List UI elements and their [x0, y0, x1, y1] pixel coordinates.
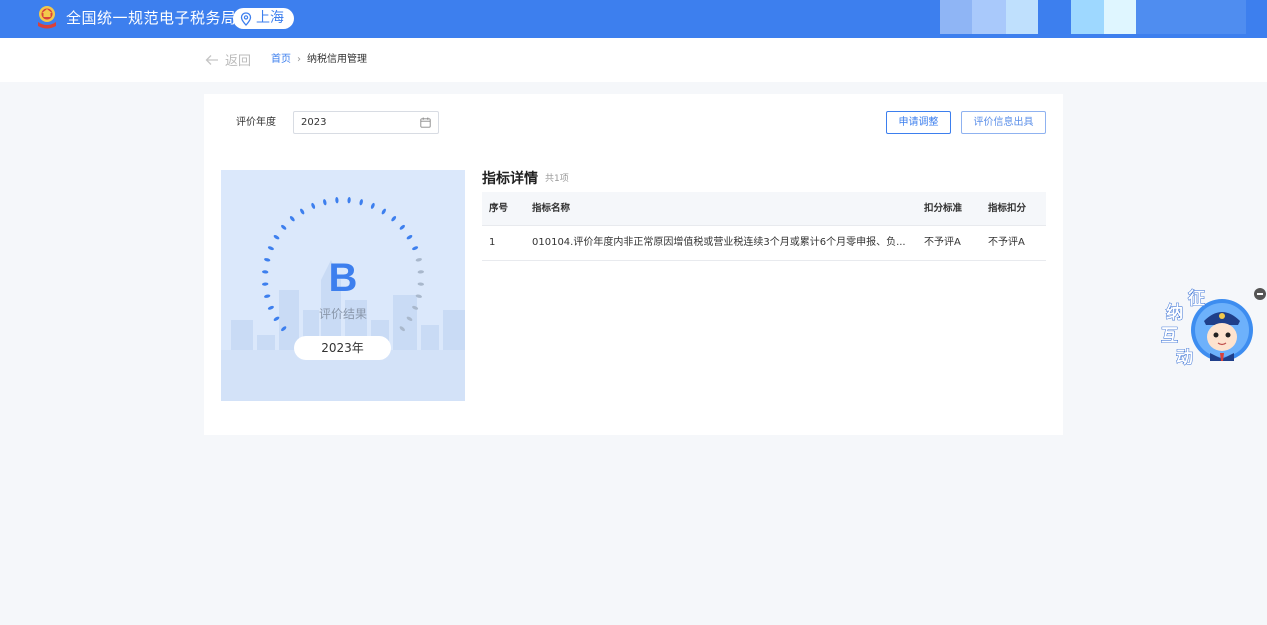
ring-dot	[281, 224, 287, 230]
credit-management-card: 评价年度 2023 申请调整 评价信息出具 B 评价结果 2023年 指标详情 …	[204, 94, 1063, 435]
ring-dot	[370, 202, 375, 209]
ring-dot	[399, 224, 405, 230]
ring-dot	[311, 202, 316, 209]
ring-dot	[359, 199, 363, 206]
evaluation-result-label: 评价结果	[318, 307, 367, 321]
breadcrumb-home-link[interactable]: 首页	[271, 53, 291, 67]
site-title: 全国统一规范电子税务局	[66, 9, 237, 27]
mosaic-block	[1104, 0, 1136, 34]
mosaic-block	[940, 0, 972, 34]
navigation-bar: 返回 首页 › 纳税信用管理	[0, 38, 1267, 82]
ring-dot	[391, 216, 397, 222]
row-indicator-name: 010104.评价年度内非正常原因增值税或营业税连续3个月或累计6个月零申报、负…	[532, 237, 906, 248]
evaluation-year-picker[interactable]: 2023	[293, 111, 439, 134]
evaluation-year-value: 2023	[301, 117, 327, 128]
assistant-char-zheng: 征	[1188, 288, 1205, 309]
mosaic-block	[972, 0, 1006, 34]
ring-dot	[347, 197, 351, 204]
ring-dot	[335, 197, 339, 204]
column-header-index: 序号	[489, 203, 509, 214]
ring-dot	[323, 199, 327, 206]
column-header-deduction-standard: 扣分标准	[924, 203, 963, 214]
column-header-indicator-deduction: 指标扣分	[988, 203, 1027, 214]
indicator-detail-title: 指标详情	[482, 171, 538, 187]
ring-dot	[412, 246, 419, 251]
tax-assistant-widget[interactable]: 征 纳 互 动	[1160, 285, 1267, 375]
assistant-char-hu: 互	[1161, 326, 1178, 346]
mosaic-block	[1038, 0, 1071, 34]
region-label: 上海	[256, 10, 284, 26]
calendar-icon	[420, 117, 431, 128]
mosaic-block	[1006, 0, 1038, 34]
apply-adjust-button[interactable]: 申请调整	[886, 111, 951, 134]
mosaic-block	[1071, 0, 1104, 34]
breadcrumb-current: 纳税信用管理	[307, 54, 367, 65]
credit-grade: B	[328, 256, 358, 300]
indicator-table: 序号 指标名称 扣分标准 指标扣分 1 010104.评价年度内非正常原因增值税…	[482, 192, 1046, 261]
mosaic-block	[1136, 0, 1246, 34]
back-label: 返回	[225, 54, 252, 69]
breadcrumb: 首页 › 纳税信用管理	[271, 53, 367, 67]
ring-dot	[300, 208, 305, 215]
evaluation-result-panel: B 评价结果 2023年	[221, 170, 465, 401]
top-header-bar: 全国统一规范电子税务局 上海	[0, 0, 1267, 38]
tax-emblem-icon	[38, 6, 56, 29]
ring-dot	[381, 208, 386, 215]
back-button[interactable]: 返回	[205, 50, 251, 69]
row-index: 1	[489, 237, 496, 248]
evaluation-year-badge: 2023年	[294, 336, 391, 360]
issue-evaluation-info-button[interactable]: 评价信息出具	[961, 111, 1046, 134]
ring-dot	[289, 216, 295, 222]
table-row[interactable]: 1 010104.评价年度内非正常原因增值税或营业税连续3个月或累计6个月零申报…	[482, 226, 1046, 261]
ring-dot	[406, 235, 413, 240]
assistant-mascot-icon: 征 纳 互 动	[1161, 288, 1253, 368]
evaluation-year-label: 评价年度	[236, 117, 276, 128]
arrow-left-icon	[205, 54, 218, 65]
row-deduction-standard: 不予评A	[924, 237, 961, 248]
minimize-assistant-icon[interactable]	[1254, 288, 1266, 300]
ring-dot	[273, 235, 280, 240]
region-selector[interactable]: 上海	[233, 8, 294, 29]
ring-dot	[267, 246, 274, 251]
user-info-mosaic	[940, 0, 1246, 34]
row-indicator-deduction: 不予评A	[988, 237, 1025, 248]
indicator-count: 共1项	[545, 174, 569, 184]
assistant-char-dong: 动	[1176, 348, 1193, 368]
table-header: 序号 指标名称 扣分标准 指标扣分	[482, 192, 1046, 226]
location-pin-icon	[240, 11, 252, 26]
column-header-indicator-name: 指标名称	[532, 203, 571, 214]
breadcrumb-separator: ›	[297, 54, 301, 65]
assistant-char-na: 纳	[1166, 302, 1183, 323]
